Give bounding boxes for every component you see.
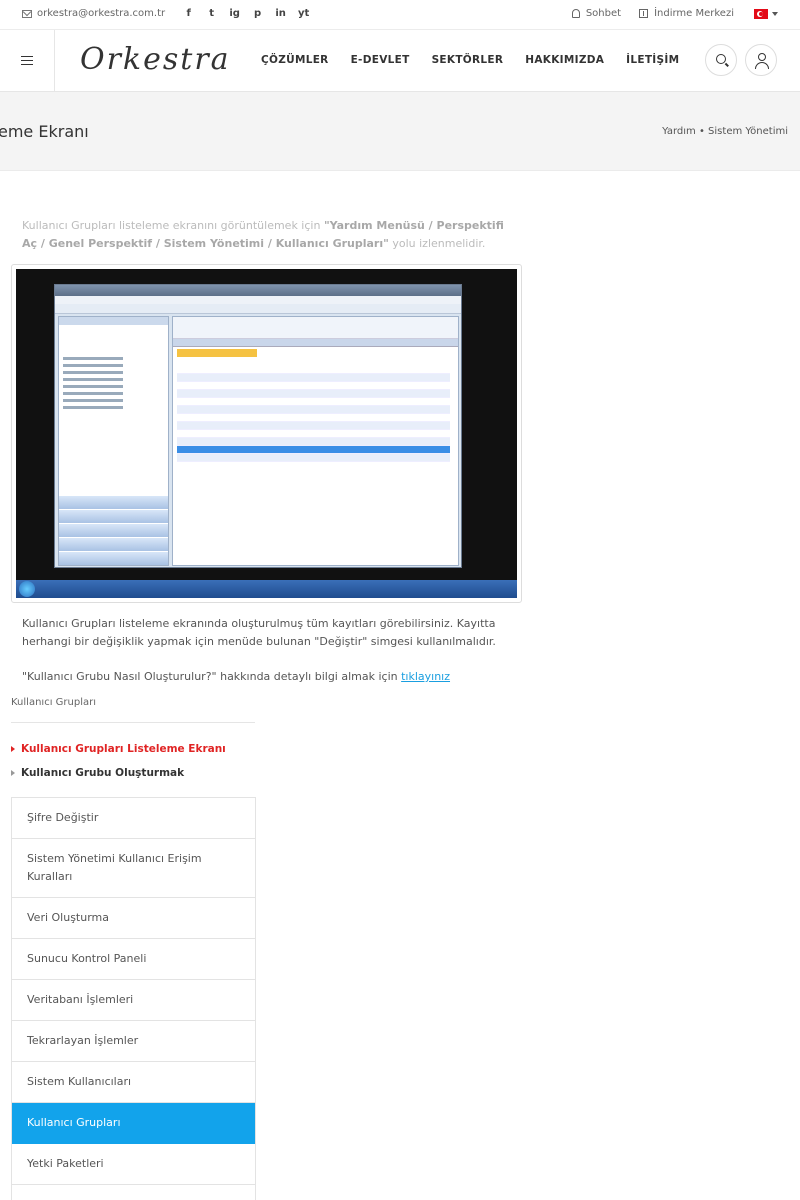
site-logo[interactable]: Orkestra [80, 42, 231, 77]
menu-item-veri-olusturma[interactable]: Veri Oluşturma [12, 898, 255, 939]
social-links: f t ig p in yt [177, 8, 315, 19]
menu-item-yetki-kodu[interactable]: Yetki Kodu [12, 1185, 255, 1200]
chat-label: Sohbet [585, 8, 622, 19]
nav-item-e-devlet[interactable]: E-DEVLET [351, 54, 410, 66]
contact-area: orkestra@orkestra.com.tr f t ig p in yt [22, 8, 315, 19]
main-nav: ÇÖZÜMLER E-DEVLET SEKTÖRLER HAKKIMIZDA İ… [261, 54, 701, 66]
toc-item-listing[interactable]: Kullanıcı Grupları Listeleme Ekranı [11, 737, 226, 761]
search-icon[interactable] [705, 44, 737, 76]
download-center-link[interactable]: İndirme Merkezi [639, 8, 734, 19]
contact-email[interactable]: orkestra@orkestra.com.tr [37, 8, 165, 19]
download-icon [639, 9, 649, 18]
sidebar-heading: Kullanıcı Grupları [11, 697, 255, 723]
youtube-icon[interactable]: yt [292, 8, 315, 19]
chat-link[interactable]: Sohbet [571, 8, 622, 19]
page-title: eme Ekranı [0, 122, 89, 141]
more-info-link[interactable]: tıklayınız [401, 670, 450, 683]
intro-text: Kullanıcı Grupları listeleme ekranını gö… [22, 217, 522, 253]
nav-item-sektorler[interactable]: SEKTÖRLER [432, 54, 504, 66]
intro-before: Kullanıcı Grupları listeleme ekranını gö… [22, 219, 324, 232]
menu-item-sistem-kullanicilari[interactable]: Sistem Kullanıcıları [12, 1062, 255, 1103]
page-title-band: eme Ekranı Yardım • Sistem Yönetimi [0, 92, 800, 171]
menu-item-erisim-kurallari[interactable]: Sistem Yönetimi Kullanıcı Erişim Kuralla… [12, 839, 255, 898]
nav-item-iletisim[interactable]: İLETİŞİM [626, 54, 679, 66]
menu-item-yetki-paketleri[interactable]: Yetki Paketleri [12, 1144, 255, 1185]
app-window-picture [54, 284, 462, 568]
chevron-down-icon[interactable] [772, 11, 778, 16]
main-header: Orkestra ÇÖZÜMLER E-DEVLET SEKTÖRLER HAK… [0, 30, 800, 92]
pinterest-icon[interactable]: p [246, 8, 269, 19]
mail-icon [22, 9, 32, 18]
menu-item-kullanici-gruplari[interactable]: Kullanıcı Grupları [12, 1103, 255, 1144]
toc-label: Kullanıcı Grupları Listeleme Ekranı [21, 743, 226, 755]
app-screenshot [16, 269, 517, 598]
instagram-icon[interactable]: ig [223, 8, 246, 19]
caret-right-icon [11, 746, 15, 752]
intro-after: yolu izlenmelidir. [388, 237, 486, 250]
more-info-paragraph: "Kullanıcı Grubu Nasıl Oluşturulur?" hak… [22, 668, 502, 686]
caret-right-icon [11, 770, 15, 776]
screenshot-image [11, 264, 522, 603]
table-of-contents: Kullanıcı Grupları Listeleme Ekranı Kull… [11, 737, 226, 785]
toc-item-create[interactable]: Kullanıcı Grubu Oluşturmak [11, 761, 226, 785]
menu-item-sunucu-kontrol[interactable]: Sunucu Kontrol Paneli [12, 939, 255, 980]
menu-item-tekrarlayan[interactable]: Tekrarlayan İşlemler [12, 1021, 255, 1062]
linkedin-icon[interactable]: in [269, 8, 292, 19]
top-bar: orkestra@orkestra.com.tr f t ig p in yt … [0, 0, 800, 30]
toc-label: Kullanıcı Grubu Oluşturmak [21, 767, 185, 779]
menu-item-sifre-degistir[interactable]: Şifre Değiştir [12, 798, 255, 839]
top-actions: Sohbet İndirme Merkezi [554, 8, 778, 19]
more-info-text: "Kullanıcı Grubu Nasıl Oluşturulur?" hak… [22, 670, 402, 683]
download-label: İndirme Merkezi [654, 8, 734, 19]
menu-toggle-button[interactable] [0, 30, 55, 91]
description-paragraph: Kullanıcı Grupları listeleme ekranında o… [22, 617, 496, 648]
nav-item-cozumler[interactable]: ÇÖZÜMLER [261, 54, 329, 66]
twitter-icon[interactable]: t [200, 8, 223, 19]
user-icon[interactable] [745, 44, 777, 76]
nav-item-hakkimizda[interactable]: HAKKIMIZDA [525, 54, 604, 66]
menu-item-veritabani[interactable]: Veritabanı İşlemleri [12, 980, 255, 1021]
breadcrumb[interactable]: Yardım • Sistem Yönetimi [662, 126, 788, 137]
hamburger-icon [21, 59, 33, 62]
turkish-flag-icon[interactable] [754, 8, 768, 19]
bell-icon [571, 9, 580, 18]
sidebar-menu: Şifre Değiştir Sistem Yönetimi Kullanıcı… [11, 797, 256, 1200]
facebook-icon[interactable]: f [177, 8, 200, 19]
